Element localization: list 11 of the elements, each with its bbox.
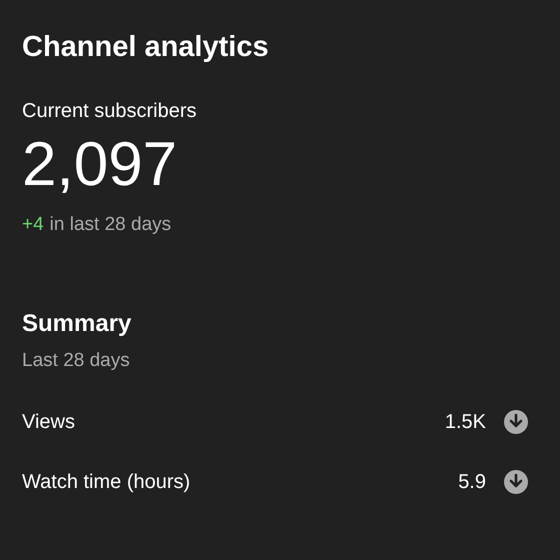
summary-title: Summary — [22, 309, 132, 339]
metric-value: 1.5K — [444, 410, 486, 435]
summary-period: Last 28 days — [22, 349, 131, 373]
subscriber-count: 2,097 — [22, 130, 178, 200]
subscriber-change: +4 — [22, 213, 44, 237]
metric-label: Views — [22, 410, 76, 435]
metric-value: 5.9 — [458, 470, 486, 495]
metric-label: Watch time (hours) — [22, 470, 192, 495]
change-period: in last 28 days — [50, 213, 172, 237]
subscribers-label: Current subscribers — [22, 99, 198, 124]
card-title: Channel analytics — [22, 30, 270, 65]
